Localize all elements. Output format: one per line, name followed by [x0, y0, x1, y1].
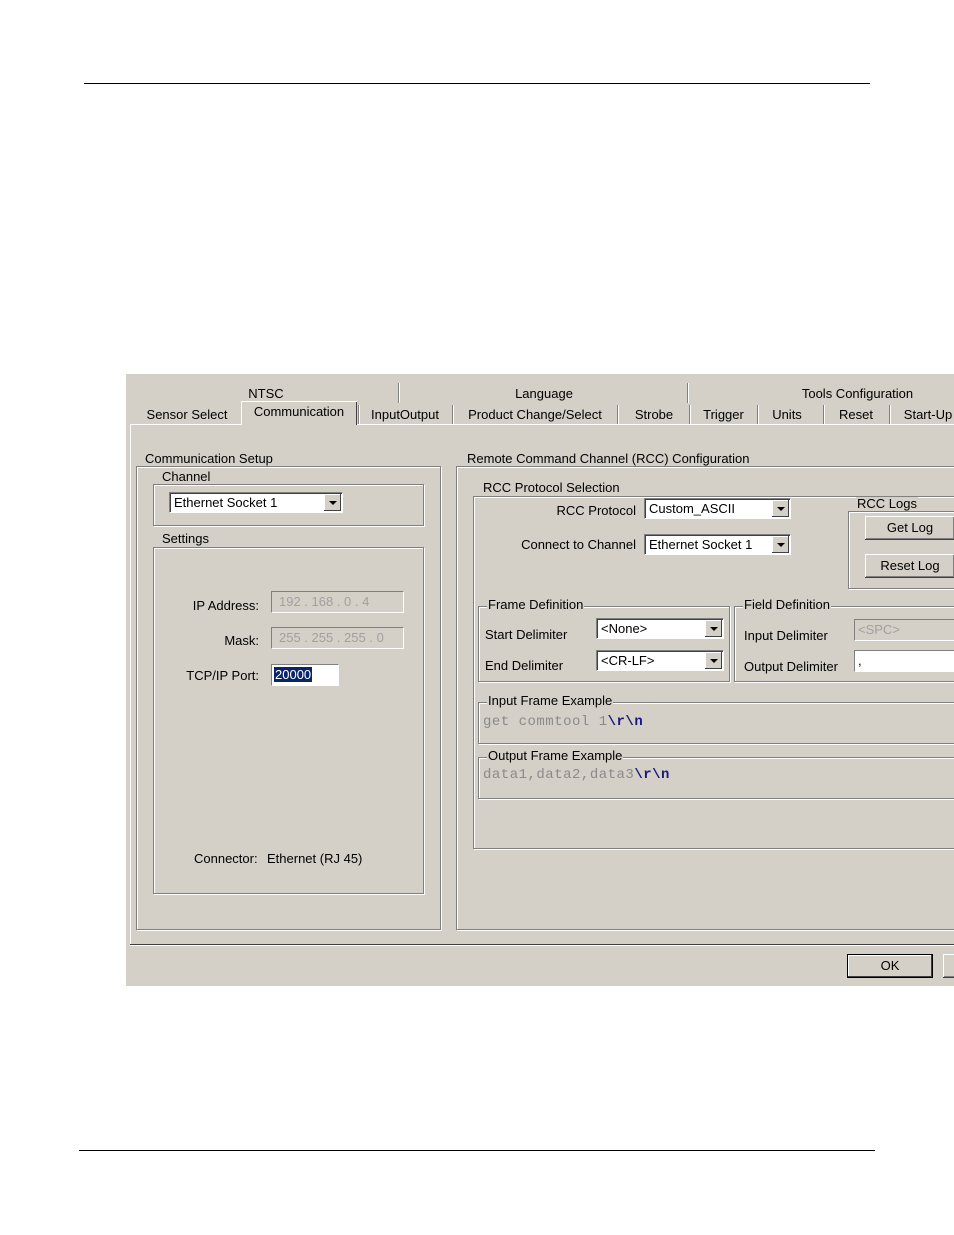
- communication-setup-title: Communication Setup: [144, 451, 274, 466]
- tab-separator: [889, 405, 891, 425]
- input-frame-example-text: get commtool 1: [483, 714, 608, 730]
- tab-product-change-select[interactable]: Product Change/Select: [460, 404, 610, 425]
- tab-separator: [689, 405, 691, 425]
- chevron-down-icon[interactable]: [324, 494, 341, 511]
- cancel-button[interactable]: [943, 954, 954, 978]
- tab-language[interactable]: Language: [402, 383, 686, 404]
- tcp-ip-port-value: 20000: [274, 667, 313, 682]
- tab-sensor-select[interactable]: Sensor Select: [140, 404, 234, 425]
- mask-value: 255 . 255 . 255 . 0: [279, 630, 384, 645]
- input-frame-example-terminator: \r\n: [607, 714, 644, 730]
- tab-trigger[interactable]: Trigger: [696, 404, 751, 425]
- input-delimiter-value: <SPC>: [858, 622, 900, 637]
- footer-rule: [79, 1150, 875, 1151]
- rcc-protocol-selection-label: RCC Protocol Selection: [482, 480, 621, 495]
- tab-separator: [358, 405, 360, 425]
- connect-to-channel-label: Connect to Channel: [521, 537, 636, 552]
- settings-label: Settings: [161, 531, 210, 546]
- dialog-footer-divider: [130, 944, 954, 946]
- mask-label: Mask:: [224, 633, 259, 648]
- tcp-ip-port-label: TCP/IP Port:: [186, 668, 259, 683]
- chevron-down-icon[interactable]: [772, 536, 789, 553]
- chevron-down-icon[interactable]: [705, 652, 722, 669]
- output-delimiter-value: ,: [858, 653, 862, 668]
- output-frame-example-text: data1,data2,data3: [483, 767, 635, 783]
- ip-address-field[interactable]: 192 . 168 . 0 . 4: [271, 591, 404, 613]
- ip-address-value: 192 . 168 . 0 . 4: [279, 594, 370, 609]
- connector-value: Ethernet (RJ 45): [267, 851, 363, 866]
- header-rule: [84, 83, 870, 84]
- start-delimiter-value: <None>: [601, 621, 648, 636]
- input-delimiter-label: Input Delimiter: [744, 628, 828, 643]
- reset-log-button[interactable]: Reset Log: [865, 554, 954, 578]
- end-delimiter-dropdown[interactable]: <CR-LF>: [596, 650, 724, 671]
- chevron-down-icon[interactable]: [705, 620, 722, 637]
- input-delimiter-field[interactable]: <SPC>: [854, 619, 954, 641]
- input-frame-example: get commtool 1\r\n: [483, 714, 643, 730]
- end-delimiter-label: End Delimiter: [485, 658, 564, 673]
- channel-value: Ethernet Socket 1: [174, 495, 278, 510]
- rcc-configuration-title: Remote Command Channel (RCC) Configurati…: [466, 451, 751, 466]
- field-definition-title: Field Definition: [743, 597, 831, 612]
- output-frame-example-terminator: \r\n: [634, 767, 670, 783]
- rcc-logs-title: RCC Logs: [856, 496, 918, 511]
- tab-units[interactable]: Units: [764, 404, 810, 425]
- output-delimiter-field[interactable]: ,: [854, 650, 954, 672]
- tab-strobe[interactable]: Strobe: [624, 404, 684, 425]
- tab-tools-configuration[interactable]: Tools Configuration: [691, 383, 954, 404]
- tab-separator: [452, 405, 454, 425]
- ok-button[interactable]: OK: [847, 954, 933, 978]
- tab-separator: [398, 383, 400, 403]
- connector-label: Connector:: [194, 851, 258, 866]
- start-delimiter-dropdown[interactable]: <None>: [596, 618, 724, 639]
- chevron-down-icon[interactable]: [772, 500, 789, 517]
- tab-separator: [757, 405, 759, 425]
- rcc-protocol-value: Custom_ASCII: [649, 501, 735, 516]
- rcc-protocol-label: RCC Protocol: [556, 503, 636, 518]
- connect-to-channel-value: Ethernet Socket 1: [649, 537, 753, 552]
- settings-dialog: NTSC Language Tools Configuration Sensor…: [126, 374, 954, 986]
- tcp-ip-port-field[interactable]: 20000: [271, 664, 339, 686]
- output-frame-example: data1,data2,data3\r\n: [483, 767, 670, 783]
- channel-dropdown[interactable]: Ethernet Socket 1: [169, 492, 343, 513]
- tab-communication[interactable]: Communication: [241, 401, 357, 425]
- connect-to-channel-dropdown[interactable]: Ethernet Socket 1: [644, 534, 791, 555]
- frame-definition-title: Frame Definition: [487, 597, 585, 612]
- ip-address-label: IP Address:: [192, 598, 259, 613]
- tab-start-up[interactable]: Start-Up: [896, 404, 954, 425]
- tab-inputoutput[interactable]: InputOutput: [364, 404, 446, 425]
- tab-separator: [823, 405, 825, 425]
- output-delimiter-label: Output Delimiter: [744, 659, 838, 674]
- tab-separator: [687, 383, 689, 403]
- get-log-button[interactable]: Get Log: [865, 516, 954, 540]
- input-frame-example-title: Input Frame Example: [487, 693, 614, 708]
- rcc-protocol-dropdown[interactable]: Custom_ASCII: [644, 498, 791, 519]
- tab-reset[interactable]: Reset: [830, 404, 882, 425]
- tab-separator: [617, 405, 619, 425]
- output-frame-example-title: Output Frame Example: [487, 748, 624, 763]
- start-delimiter-label: Start Delimiter: [485, 627, 568, 642]
- channel-label: Channel: [161, 469, 212, 484]
- end-delimiter-value: <CR-LF>: [601, 653, 655, 668]
- mask-field[interactable]: 255 . 255 . 255 . 0: [271, 627, 404, 649]
